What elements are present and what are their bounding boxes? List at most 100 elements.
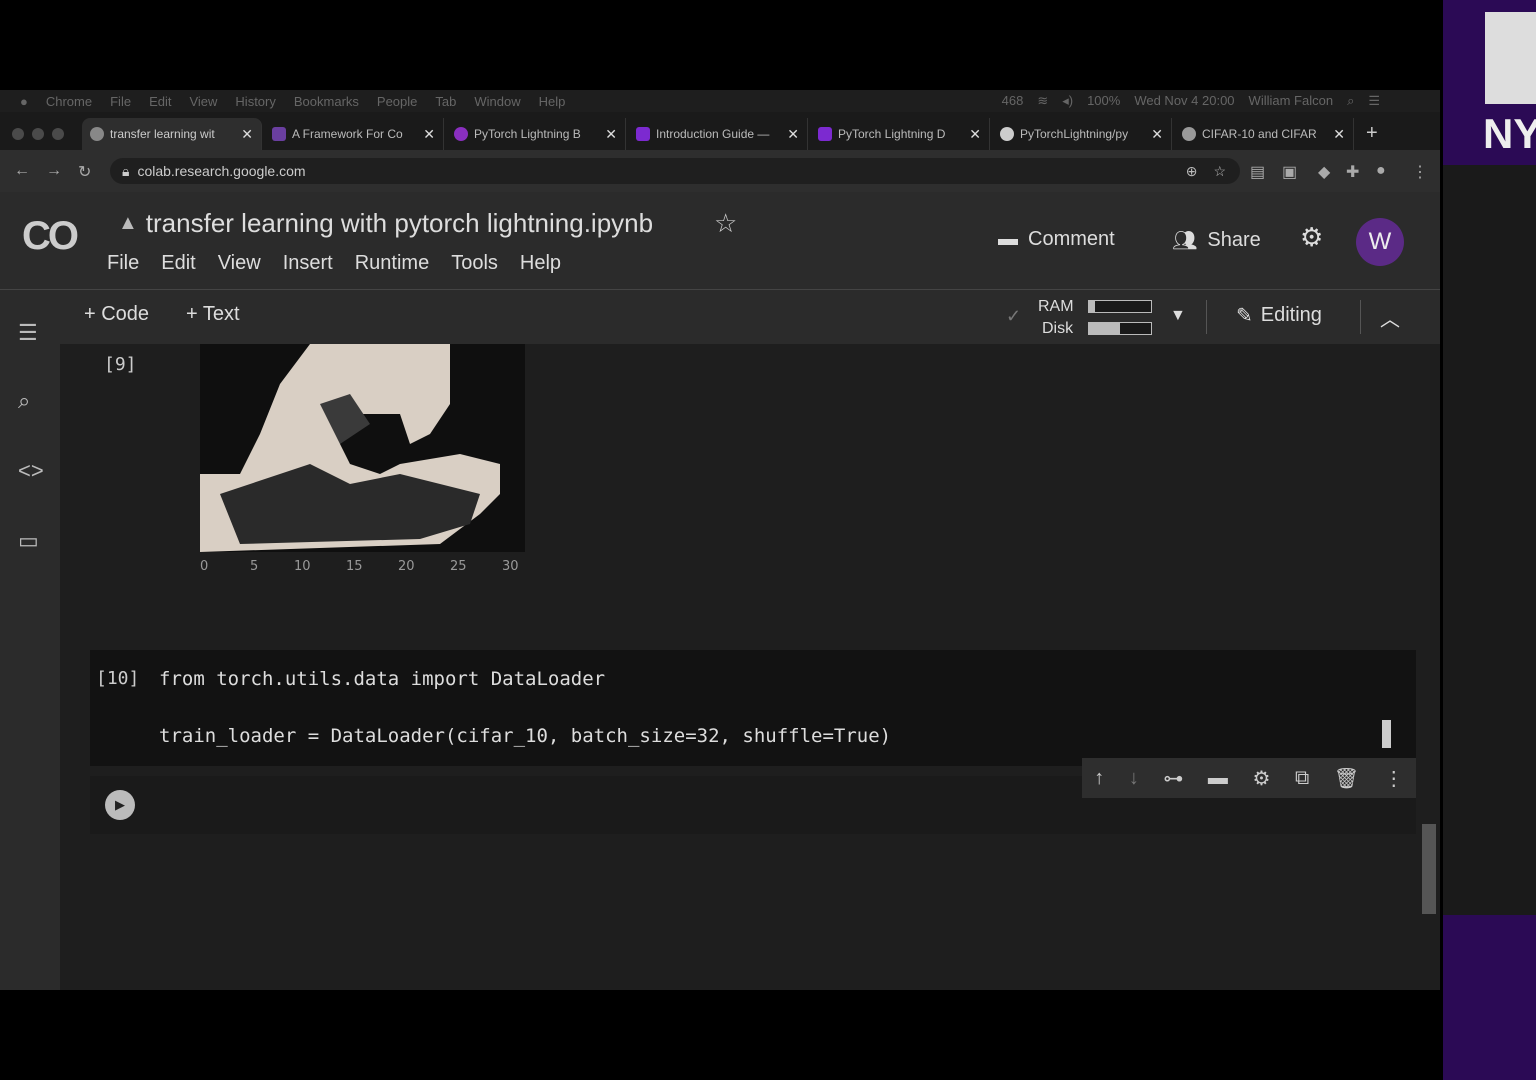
zoom-window-button[interactable] <box>52 128 64 140</box>
star-icon[interactable]: ☆ <box>714 208 737 239</box>
share-button[interactable]: 👥︎ Share <box>1172 228 1261 253</box>
settings-gear-icon[interactable]: ⚙ <box>1300 222 1323 253</box>
delete-trash-icon[interactable]: 🗑︎ <box>1334 766 1359 791</box>
move-up-icon[interactable]: ↑ <box>1094 767 1104 790</box>
user-name[interactable]: William Falcon <box>1249 93 1334 109</box>
cell-settings-gear-icon[interactable]: ⚙ <box>1252 766 1270 791</box>
mac-menu-people[interactable]: People <box>377 94 417 109</box>
files-folder-icon[interactable]: ▭ <box>18 528 39 554</box>
nyu-torch-logo <box>1485 12 1536 104</box>
code-cell[interactable]: [10] from torch.utils.data import DataLo… <box>90 650 1416 766</box>
battery-percent[interactable]: 100% <box>1087 93 1120 109</box>
notebook-title[interactable]: ▲ transfer learning with pytorch lightni… <box>118 208 653 239</box>
plot-x-tick: 15 <box>346 559 363 574</box>
close-tab-icon[interactable]: ✕ <box>1333 126 1345 143</box>
minimize-window-button[interactable] <box>32 128 44 140</box>
menu-help[interactable]: Help <box>520 252 561 275</box>
share-label: Share <box>1207 229 1261 251</box>
mirror-cell-icon[interactable]: ⧉ <box>1295 767 1309 790</box>
image-plot-output: 15 20 25 30 0 5 10 15 20 25 30 <box>200 344 540 574</box>
menu-runtime[interactable]: Runtime <box>355 252 429 275</box>
move-down-icon[interactable]: ↓ <box>1129 767 1139 790</box>
mac-menu-view[interactable]: View <box>189 94 217 109</box>
status-count[interactable]: 468 <box>1002 93 1024 109</box>
comment-icon: ▬ <box>998 228 1018 250</box>
url-field[interactable]: 🔒︎ colab.research.google.com ⊕ ☆ <box>110 158 1240 184</box>
close-tab-icon[interactable]: ✕ <box>1151 126 1163 143</box>
runtime-dropdown-icon[interactable]: ▼ <box>1170 307 1186 325</box>
close-tab-icon[interactable]: ✕ <box>423 126 435 143</box>
lightning-favicon <box>454 127 468 141</box>
apple-icon[interactable]: ● <box>20 94 28 109</box>
code-line-2[interactable]: train_loader = DataLoader(cifar_10, batc… <box>159 725 891 747</box>
volume-icon[interactable]: ◂) <box>1062 93 1073 109</box>
resource-monitor[interactable]: RAM Disk <box>1038 296 1074 340</box>
lock-icon[interactable]: 🔒︎ <box>122 163 129 180</box>
mac-menu-tab[interactable]: Tab <box>435 94 456 109</box>
menu-file[interactable]: File <box>107 252 139 275</box>
wifi-icon[interactable]: ≋ <box>1037 93 1048 109</box>
browser-tab-lightning-b[interactable]: PyTorch Lightning B ✕ <box>446 118 626 150</box>
bookmark-star-icon[interactable]: ☆ <box>1213 163 1226 180</box>
browser-tab-framework[interactable]: A Framework For Co ✕ <box>264 118 444 150</box>
more-options-icon[interactable]: ⋮ <box>1384 766 1404 791</box>
browser-tab-lightning-d[interactable]: PyTorch Lightning D ✕ <box>810 118 990 150</box>
run-cell-play-icon[interactable]: ▶ <box>105 790 135 820</box>
comment-cell-icon[interactable]: ▬ <box>1208 767 1228 790</box>
menu-edit[interactable]: Edit <box>161 252 195 275</box>
clock[interactable]: Wed Nov 4 20:00 <box>1134 93 1234 109</box>
mac-menu-bookmarks[interactable]: Bookmarks <box>294 94 359 109</box>
extension-icon[interactable]: ▤ <box>1250 162 1265 182</box>
comment-button[interactable]: ▬ Comment <box>998 228 1115 251</box>
zoom-icon[interactable]: ⊕ <box>1186 163 1198 180</box>
code-snippets-icon[interactable]: <> <box>18 458 44 484</box>
list-icon[interactable]: ☰ <box>1368 93 1380 109</box>
colab-logo[interactable]: CO <box>22 214 79 259</box>
forward-icon[interactable]: → <box>46 162 62 180</box>
close-tab-icon[interactable]: ✕ <box>241 126 253 143</box>
mac-menu-help[interactable]: Help <box>539 94 566 109</box>
mac-menu-history[interactable]: History <box>235 94 275 109</box>
avatar[interactable]: W <box>1356 218 1404 266</box>
browser-tab-introduction[interactable]: Introduction Guide — ✕ <box>628 118 808 150</box>
menu-tools[interactable]: Tools <box>451 252 498 275</box>
mac-menu-file[interactable]: File <box>110 94 131 109</box>
new-tab-button[interactable]: + <box>1366 122 1378 145</box>
tab-label: PyTorch Lightning D <box>838 127 946 141</box>
colab-menu-bar: File Edit View Insert Runtime Tools Help <box>107 252 561 275</box>
add-text-cell-button[interactable]: + Text <box>186 303 240 326</box>
collapse-header-icon[interactable]: ︿ <box>1380 303 1400 332</box>
mac-menu-chrome[interactable]: Chrome <box>46 94 92 109</box>
github-favicon <box>1000 127 1014 141</box>
extension-lock-icon[interactable]: ▣ <box>1282 162 1297 182</box>
mac-menu-edit[interactable]: Edit <box>149 94 171 109</box>
browser-tab-github[interactable]: PyTorchLightning/py ✕ <box>992 118 1172 150</box>
close-tab-icon[interactable]: ✕ <box>787 126 799 143</box>
browser-menu-icon[interactable]: ⋮ <box>1412 162 1428 182</box>
plot-x-tick: 0 <box>200 559 208 574</box>
puzzle-icon[interactable]: ✚ <box>1346 162 1359 182</box>
profile-icon[interactable]: ● <box>1376 162 1386 180</box>
editing-mode-button[interactable]: ✎ Editing <box>1236 303 1322 328</box>
extension-icon-2[interactable]: ◆ <box>1318 162 1330 182</box>
reload-icon[interactable]: ↻ <box>78 162 91 182</box>
scrollbar-thumb[interactable] <box>1422 824 1436 914</box>
link-icon[interactable]: ⊶ <box>1163 766 1183 791</box>
close-tab-icon[interactable]: ✕ <box>605 126 617 143</box>
close-tab-icon[interactable]: ✕ <box>969 126 981 143</box>
browser-tab-colab[interactable]: transfer learning wit ✕ <box>82 118 262 150</box>
ram-label: RAM <box>1038 298 1074 315</box>
back-icon[interactable]: ← <box>14 162 30 180</box>
close-window-button[interactable] <box>12 128 24 140</box>
screen: ● Chrome File Edit View History Bookmark… <box>0 90 1440 990</box>
spotlight-icon[interactable]: ⌕ <box>1347 93 1354 109</box>
table-of-contents-icon[interactable]: ☰ <box>18 320 38 346</box>
mac-menu-window[interactable]: Window <box>474 94 520 109</box>
add-code-cell-button[interactable]: + Code <box>84 303 149 326</box>
tab-label: Introduction Guide — <box>656 127 770 141</box>
search-icon[interactable]: ⌕ <box>18 388 30 414</box>
menu-insert[interactable]: Insert <box>283 252 333 275</box>
menu-view[interactable]: View <box>218 252 261 275</box>
browser-tab-cifar[interactable]: CIFAR-10 and CIFAR ✕ <box>1174 118 1354 150</box>
code-line-1[interactable]: from torch.utils.data import DataLoader <box>159 668 605 690</box>
